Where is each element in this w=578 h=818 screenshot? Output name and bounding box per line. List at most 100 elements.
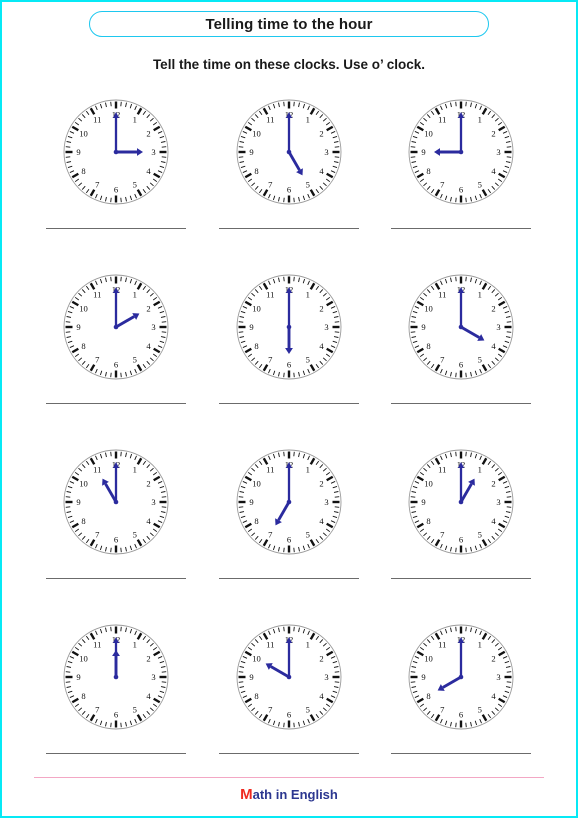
svg-text:8: 8 xyxy=(82,516,86,526)
svg-text:4: 4 xyxy=(492,691,497,701)
svg-text:4: 4 xyxy=(492,341,497,351)
svg-text:3: 3 xyxy=(324,497,328,507)
svg-text:9: 9 xyxy=(249,322,253,332)
svg-text:8: 8 xyxy=(82,691,86,701)
svg-text:4: 4 xyxy=(492,166,497,176)
svg-text:11: 11 xyxy=(93,115,101,125)
svg-text:9: 9 xyxy=(249,147,253,157)
clock-cell: 123456789101112 xyxy=(203,90,376,265)
svg-text:2: 2 xyxy=(147,303,151,313)
svg-text:2: 2 xyxy=(147,478,151,488)
svg-text:7: 7 xyxy=(441,705,446,715)
clock-10-answer-line[interactable] xyxy=(46,753,187,754)
svg-text:3: 3 xyxy=(324,147,328,157)
svg-text:5: 5 xyxy=(478,530,482,540)
svg-text:2: 2 xyxy=(319,653,323,663)
svg-text:9: 9 xyxy=(422,322,426,332)
svg-text:11: 11 xyxy=(266,290,274,300)
svg-text:3: 3 xyxy=(324,322,328,332)
clock-4-face: 123456789101112 xyxy=(56,267,176,387)
svg-text:10: 10 xyxy=(425,478,434,488)
clock-1-face: 123456789101112 xyxy=(56,92,176,212)
worksheet-page: Telling time to the hour Tell the time o… xyxy=(0,0,578,818)
clock-9-answer-line[interactable] xyxy=(391,578,532,579)
svg-text:9: 9 xyxy=(249,497,253,507)
svg-text:11: 11 xyxy=(439,640,447,650)
clock-cell: 123456789101112 xyxy=(203,265,376,440)
svg-text:11: 11 xyxy=(93,465,101,475)
clock-cell: 123456789101112 xyxy=(30,440,203,615)
svg-text:4: 4 xyxy=(147,691,152,701)
svg-text:8: 8 xyxy=(427,691,431,701)
page-title: Telling time to the hour xyxy=(205,15,373,33)
title-container: Telling time to the hour xyxy=(2,11,576,37)
svg-text:2: 2 xyxy=(147,653,151,663)
svg-text:3: 3 xyxy=(497,497,501,507)
svg-text:8: 8 xyxy=(254,691,258,701)
svg-text:1: 1 xyxy=(305,465,309,475)
clock-3-answer-line[interactable] xyxy=(391,228,532,229)
svg-text:6: 6 xyxy=(287,185,292,195)
clock-12-face: 123456789101112 xyxy=(401,617,521,737)
svg-text:7: 7 xyxy=(95,355,100,365)
clock-grid: 1234567891011121234567891011121234567891… xyxy=(30,90,548,790)
clock-1-answer-line[interactable] xyxy=(46,228,187,229)
svg-text:2: 2 xyxy=(492,478,496,488)
svg-text:1: 1 xyxy=(305,115,309,125)
svg-text:8: 8 xyxy=(254,341,258,351)
clock-5-answer-line[interactable] xyxy=(218,403,359,404)
svg-text:1: 1 xyxy=(305,290,309,300)
svg-text:9: 9 xyxy=(422,147,426,157)
svg-text:5: 5 xyxy=(478,180,482,190)
svg-text:3: 3 xyxy=(152,672,156,682)
svg-text:4: 4 xyxy=(319,341,324,351)
svg-text:4: 4 xyxy=(319,166,324,176)
svg-text:7: 7 xyxy=(268,530,273,540)
clock-8-answer-line[interactable] xyxy=(218,578,359,579)
svg-text:5: 5 xyxy=(133,530,137,540)
svg-text:5: 5 xyxy=(305,355,309,365)
svg-text:2: 2 xyxy=(147,128,151,138)
title-pill: Telling time to the hour xyxy=(89,11,489,37)
clock-12-answer-line[interactable] xyxy=(391,753,532,754)
svg-text:9: 9 xyxy=(77,497,81,507)
svg-text:11: 11 xyxy=(439,115,447,125)
clock-4-answer-line[interactable] xyxy=(46,403,187,404)
clock-6-face: 123456789101112 xyxy=(401,267,521,387)
clock-cell: 123456789101112 xyxy=(203,440,376,615)
svg-text:11: 11 xyxy=(266,465,274,475)
clock-2-answer-line[interactable] xyxy=(218,228,359,229)
svg-text:7: 7 xyxy=(268,180,273,190)
svg-text:10: 10 xyxy=(252,303,261,313)
svg-text:10: 10 xyxy=(425,128,434,138)
clock-6-answer-line[interactable] xyxy=(391,403,532,404)
clock-cell: 123456789101112 xyxy=(375,90,548,265)
svg-text:2: 2 xyxy=(319,478,323,488)
svg-text:6: 6 xyxy=(459,535,464,545)
svg-text:4: 4 xyxy=(492,516,497,526)
clock-7-answer-line[interactable] xyxy=(46,578,187,579)
clock-7-face: 123456789101112 xyxy=(56,442,176,562)
svg-text:7: 7 xyxy=(268,355,273,365)
svg-text:7: 7 xyxy=(268,705,273,715)
svg-text:6: 6 xyxy=(459,185,464,195)
svg-text:7: 7 xyxy=(441,180,446,190)
svg-text:3: 3 xyxy=(324,672,328,682)
svg-text:10: 10 xyxy=(80,478,89,488)
clock-5-face: 123456789101112 xyxy=(229,267,349,387)
svg-text:6: 6 xyxy=(114,710,119,720)
clock-11-answer-line[interactable] xyxy=(218,753,359,754)
svg-text:1: 1 xyxy=(133,465,137,475)
svg-text:6: 6 xyxy=(114,185,119,195)
svg-text:9: 9 xyxy=(77,672,81,682)
svg-text:1: 1 xyxy=(133,290,137,300)
svg-text:4: 4 xyxy=(319,516,324,526)
svg-text:2: 2 xyxy=(492,653,496,663)
svg-text:1: 1 xyxy=(133,115,137,125)
svg-text:3: 3 xyxy=(152,147,156,157)
svg-text:5: 5 xyxy=(305,530,309,540)
svg-text:10: 10 xyxy=(425,303,434,313)
brand-logo: Math in English xyxy=(34,787,544,802)
svg-text:10: 10 xyxy=(252,128,261,138)
svg-text:10: 10 xyxy=(80,128,89,138)
